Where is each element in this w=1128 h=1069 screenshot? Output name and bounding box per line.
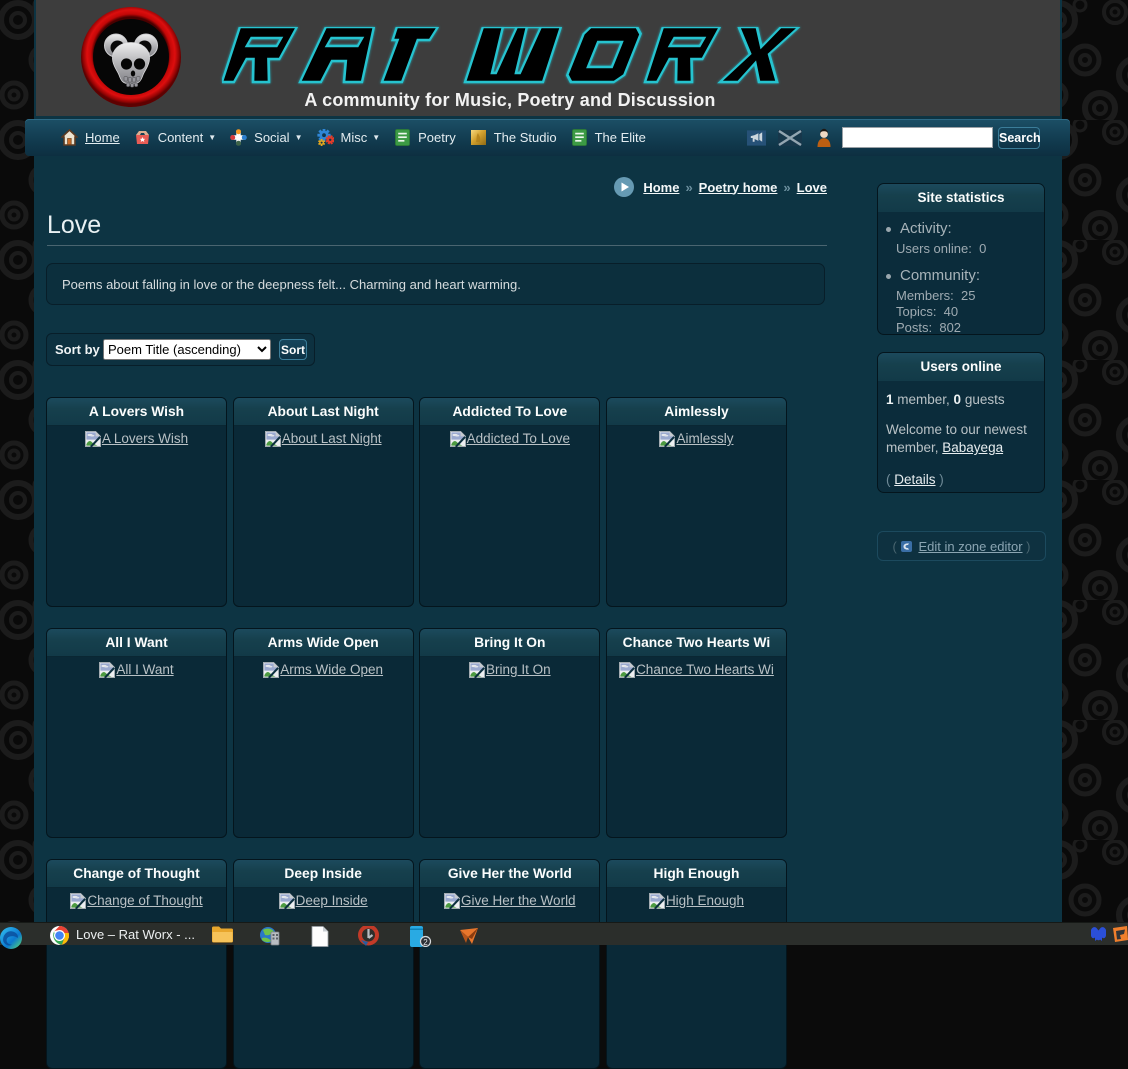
svg-text:2: 2 [423, 938, 428, 947]
